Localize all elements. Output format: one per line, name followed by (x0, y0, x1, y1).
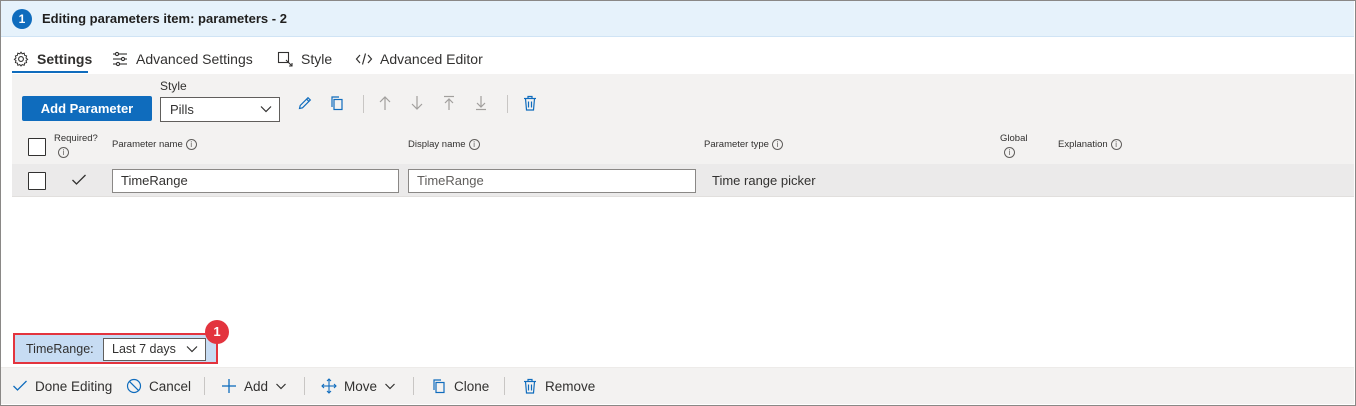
add-parameter-button[interactable]: Add Parameter (22, 96, 152, 121)
editor-header: 1 Editing parameters item: parameters - … (1, 1, 1354, 37)
tab-label: Settings (37, 51, 93, 67)
style-icon (276, 50, 294, 68)
tab-label: Advanced Editor (380, 51, 483, 67)
style-dropdown[interactable]: Pills (160, 97, 280, 122)
move-down-icon[interactable] (407, 93, 427, 113)
header-title: Editing parameters item: parameters - 2 (42, 11, 287, 26)
info-icon[interactable]: i (185, 139, 197, 150)
cancel-icon (126, 378, 142, 394)
style-label: Style (160, 79, 187, 93)
parameter-type-value: Time range picker (712, 173, 816, 188)
footer-divider (204, 377, 205, 395)
info-icon[interactable]: i (771, 139, 783, 150)
delete-icon[interactable] (520, 93, 540, 113)
global-info-icon[interactable]: i (1004, 147, 1015, 158)
column-header-display-name: Display name i (408, 139, 480, 150)
row-select-checkbox[interactable] (28, 172, 46, 190)
column-header-parameter-name: Parameter name i (112, 139, 197, 150)
move-icon (321, 378, 337, 394)
code-icon (355, 50, 373, 68)
tab-style[interactable]: Style (276, 44, 332, 74)
info-icon[interactable]: i (468, 139, 480, 150)
done-editing-button[interactable]: Done Editing (12, 376, 112, 396)
plus-icon (221, 378, 237, 394)
footer-divider (413, 377, 414, 395)
move-top-icon[interactable] (439, 93, 459, 113)
required-check-icon[interactable] (71, 173, 87, 187)
column-header-explanation: Explanation i (1058, 139, 1122, 150)
style-dropdown-value: Pills (170, 102, 194, 117)
copy-icon[interactable] (327, 93, 347, 113)
select-all-checkbox[interactable] (28, 138, 46, 156)
time-range-value: Last 7 days (112, 342, 176, 356)
chevron-down-icon (275, 380, 287, 392)
clone-button[interactable]: Clone (431, 376, 489, 396)
display-name-input[interactable]: TimeRange (408, 169, 696, 193)
column-header-global: Global (1000, 133, 1028, 144)
move-bottom-icon[interactable] (471, 93, 491, 113)
parameter-name-input[interactable]: TimeRange (112, 169, 399, 193)
info-icon[interactable]: i (1110, 139, 1122, 150)
callout-badge: 1 (205, 320, 229, 344)
chevron-down-icon (259, 102, 273, 116)
tab-advanced-settings[interactable]: Advanced Settings (111, 44, 253, 74)
move-button[interactable]: Move (321, 376, 396, 396)
chevron-down-icon (185, 342, 199, 356)
column-header-parameter-type: Parameter type i (704, 139, 783, 150)
footer-divider (304, 377, 305, 395)
preview-label: TimeRange: (26, 342, 94, 356)
required-info-icon[interactable]: i (58, 147, 69, 158)
sliders-icon (111, 50, 129, 68)
tab-label: Advanced Settings (136, 51, 253, 67)
column-header-required: Required? (54, 133, 98, 144)
toolbar-divider (507, 95, 508, 113)
tab-settings[interactable]: Settings (12, 44, 92, 74)
tab-advanced-editor[interactable]: Advanced Editor (355, 44, 483, 74)
move-up-icon[interactable] (375, 93, 395, 113)
cancel-button[interactable]: Cancel (126, 376, 191, 396)
remove-button[interactable]: Remove (522, 376, 595, 396)
toolbar-divider (363, 95, 364, 113)
active-tab-indicator (12, 71, 88, 73)
time-range-dropdown[interactable]: Last 7 days (103, 338, 206, 361)
check-icon (12, 379, 28, 393)
add-button[interactable]: Add (221, 376, 287, 396)
copy-icon (431, 378, 447, 394)
tab-label: Style (301, 51, 333, 67)
table-header (12, 128, 1354, 164)
gear-icon (12, 50, 30, 68)
delete-icon (522, 378, 538, 394)
edit-icon[interactable] (295, 93, 315, 113)
step-badge: 1 (12, 9, 32, 29)
chevron-down-icon (384, 380, 396, 392)
footer-divider (504, 377, 505, 395)
